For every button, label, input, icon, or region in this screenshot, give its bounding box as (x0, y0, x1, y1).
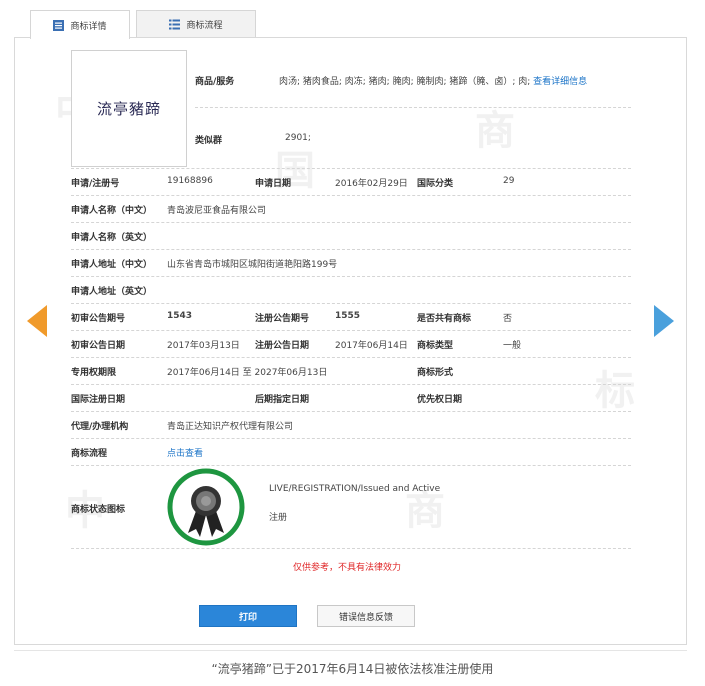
list-icon (53, 19, 65, 31)
divider (195, 107, 631, 108)
trademark-image: 流亭豬蹄 (71, 50, 187, 167)
status-label: 商标状态图标 (71, 505, 126, 515)
status-en: LIVE/REGISTRATION/Issued and Active (269, 484, 441, 494)
application-no-label: 申请/注册号 (71, 179, 120, 189)
view-flow-link[interactable]: 点击查看 (167, 446, 203, 459)
view-details-link[interactable]: 查看详细信息 (533, 77, 587, 87)
prelim-issue-label: 初审公告期号 (71, 314, 126, 324)
application-no-value: 19168896 (167, 176, 213, 186)
agent-label: 代理/办理机构 (71, 422, 129, 432)
print-button[interactable]: 打印 (199, 605, 297, 627)
tab-trademark-flow[interactable]: 商标流程 (136, 10, 256, 38)
registered-badge-icon (167, 468, 245, 546)
error-feedback-button[interactable]: 错误信息反馈 (317, 605, 415, 627)
exclusive-period-value: 2017年06月14日 至 2027年06月13日 (167, 368, 328, 378)
status-cn: 注册 (269, 513, 288, 523)
divider (71, 411, 631, 412)
shared-value: 否 (503, 314, 513, 324)
tm-form-label: 商标形式 (417, 368, 454, 378)
divider (71, 195, 631, 196)
divider (71, 384, 631, 385)
similar-group-label: 类似群 (195, 136, 223, 146)
divider (71, 548, 631, 549)
address-cn-value: 山东省青岛市城阳区城阳街道艳阳路199号 (167, 260, 338, 270)
priority-date-label: 优先权日期 (417, 395, 463, 405)
intl-class-label: 国际分类 (417, 179, 454, 189)
detail-panel: 中 国 商 标 中 商 流亭豬蹄 商品/服务 肉汤; 猪肉食品; 肉冻; 猪肉;… (14, 37, 687, 645)
caption-divider (14, 650, 687, 651)
intl-reg-date-label: 国际注册日期 (71, 395, 126, 405)
previous-arrow-icon[interactable] (27, 305, 47, 337)
divider (71, 222, 631, 223)
divider (71, 249, 631, 250)
tab-label: 商标详情 (70, 21, 107, 32)
divider (71, 276, 631, 277)
reg-date-value: 2017年06月14日 (335, 341, 408, 351)
divider (71, 438, 631, 439)
applicant-cn-label: 申请人名称（中文） (71, 206, 153, 216)
divider (71, 357, 631, 358)
tm-type-value: 一般 (503, 341, 522, 351)
divider (71, 465, 631, 466)
reg-issue-value: 1555 (335, 311, 361, 321)
application-date-value: 2016年02月29日 (335, 179, 408, 189)
flow-label: 商标流程 (71, 449, 108, 459)
divider (71, 168, 631, 169)
prelim-date-value: 2017年03月13日 (167, 341, 240, 351)
shared-label: 是否共有商标 (417, 314, 472, 324)
intl-class-value: 29 (503, 176, 515, 186)
prelim-issue-value: 1543 (167, 311, 193, 321)
prelim-date-label: 初审公告日期 (71, 341, 126, 351)
applicant-cn-value: 青岛波尼亚食品有限公司 (167, 206, 267, 216)
similar-group-value: 2901; (285, 133, 311, 143)
goods-label: 商品/服务 (195, 77, 235, 87)
tab-trademark-details[interactable]: 商标详情 (30, 10, 130, 39)
detail-content: 流亭豬蹄 商品/服务 肉汤; 猪肉食品; 肉冻; 猪肉; 腌肉; 腌制肉; 猪蹄… (71, 38, 631, 644)
application-date-label: 申请日期 (255, 179, 292, 189)
reg-issue-label: 注册公告期号 (255, 314, 310, 324)
applicant-en-label: 申请人名称（英文） (71, 233, 153, 243)
goods-value: 肉汤; 猪肉食品; 肉冻; 猪肉; 腌肉; 腌制肉; 猪蹄（腌、卤）; 肉; 查… (279, 77, 588, 87)
next-arrow-icon[interactable] (654, 305, 674, 337)
agent-value: 青岛正达知识产权代理有限公司 (167, 422, 294, 432)
later-date-label: 后期指定日期 (255, 395, 310, 405)
disclaimer-text: 仅供参考，不具有法律效力 (293, 563, 402, 573)
divider (71, 330, 631, 331)
grid-list-icon (169, 19, 181, 30)
exclusive-period-label: 专用权期限 (71, 368, 117, 378)
tab-label: 商标流程 (186, 21, 223, 31)
trademark-logo-text: 流亭豬蹄 (96, 100, 161, 118)
reg-date-label: 注册公告日期 (255, 341, 310, 351)
tm-type-label: 商标类型 (417, 341, 454, 351)
image-caption: “流亭猪蹄”已于2017年6月14日被依法核准注册使用 (211, 662, 494, 676)
address-en-label: 申请人地址（英文） (71, 287, 153, 297)
divider (71, 303, 631, 304)
address-cn-label: 申请人地址（中文） (71, 260, 153, 270)
